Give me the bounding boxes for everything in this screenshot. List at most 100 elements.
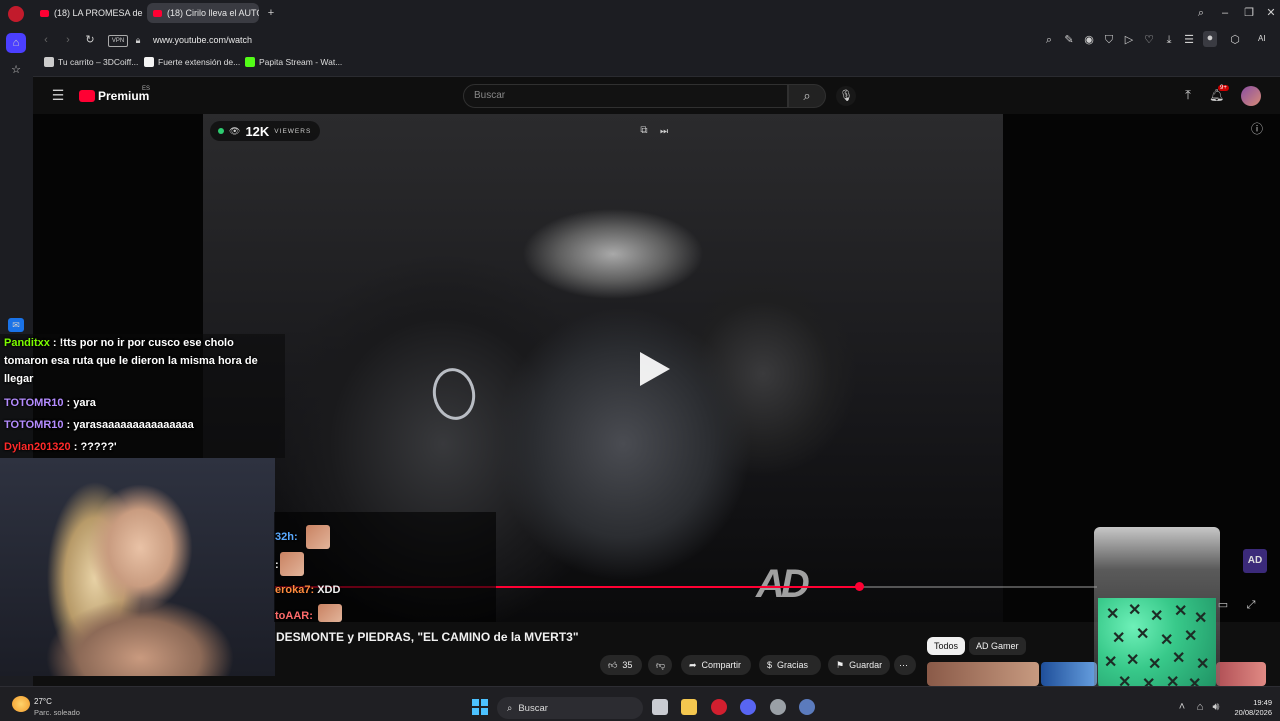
youtube-favicon-icon (153, 9, 162, 17)
bookmark-item[interactable]: Papita Stream - Wat... (245, 57, 342, 67)
tab-cirilo-active[interactable]: (18) Cirilo lleva el AUTO p (147, 3, 259, 23)
forward-icon[interactable]: › (62, 33, 74, 47)
thanks-label: Gracias (777, 660, 809, 670)
fullscreen-icon[interactable]: ⤢ (1244, 598, 1258, 612)
windows-start-icon[interactable] (472, 699, 488, 715)
bookmark-item[interactable]: Tu carrito – 3DCoiff... (44, 57, 138, 67)
upload-icon[interactable]: ⤒ (1181, 88, 1195, 102)
skip-icon[interactable]: ⏭ (658, 124, 670, 138)
bookmark-favicon-icon (245, 57, 255, 67)
chat-text: : yarasaaaaaaaaaaaaaaa (63, 419, 194, 431)
more-actions-button[interactable]: ⋯ (894, 655, 916, 675)
cube-icon[interactable]: ⬡ (1229, 33, 1241, 47)
weather-icon[interactable] (12, 696, 30, 712)
avatar[interactable] (1241, 86, 1261, 106)
chip-ad-gamer[interactable]: AD Gamer (969, 637, 1026, 655)
chat-message: TOTOMR10 : yara (4, 394, 96, 412)
clock-time[interactable]: 19:49 (1226, 698, 1272, 707)
youtube-search-input[interactable]: Buscar (463, 84, 788, 108)
volume-icon[interactable]: 🔊︎ (1210, 700, 1222, 714)
search-button[interactable]: ⌕ (788, 84, 826, 108)
shield-icon[interactable]: ⛉ (1103, 33, 1115, 47)
tab-la-promesa[interactable]: (18) LA PROMESA de King (34, 3, 144, 23)
task-view-icon[interactable] (652, 699, 668, 715)
discord-icon[interactable] (740, 699, 756, 715)
profile-icon[interactable]: ● (1203, 31, 1217, 47)
close-window-icon[interactable]: ✕ (1264, 6, 1278, 20)
like-button[interactable]: 👍︎ 35 (600, 655, 642, 675)
mini-chat-message: eroka7: XDD (275, 584, 340, 596)
tray-chevron-icon[interactable]: ˄ (1176, 700, 1188, 714)
minimize-icon[interactable]: – (1218, 6, 1232, 20)
share-button[interactable]: ➦ Compartir (681, 655, 751, 675)
channel-branding-icon[interactable]: AD (1243, 549, 1267, 573)
youtube-logo-icon (79, 90, 95, 102)
live-dot-icon (218, 128, 224, 134)
tab-title: (18) LA PROMESA de King (54, 8, 144, 18)
emote-icon (280, 552, 304, 576)
file-explorer-icon[interactable] (681, 699, 697, 715)
progress-scrubber[interactable] (855, 582, 864, 591)
network-icon[interactable]: ⌂ (1194, 700, 1206, 714)
save-label: Guardar (849, 660, 883, 670)
restore-icon[interactable]: ❐ (1242, 6, 1256, 20)
info-icon[interactable]: ⓘ (1250, 122, 1264, 136)
vpn-badge[interactable]: VPN (108, 35, 128, 47)
menu-icon[interactable]: ☰ (1183, 33, 1195, 47)
recommended-thumbnail[interactable] (1041, 662, 1097, 686)
logo-region: ES (142, 86, 151, 92)
download-icon[interactable]: ⤓ (1163, 33, 1175, 47)
messenger-icon[interactable]: ✉ (8, 318, 24, 332)
streamer-webcam (0, 458, 275, 676)
lock-icon[interactable]: 🔒︎ (132, 33, 144, 47)
clock-date[interactable]: 20/08/2026 (1226, 708, 1272, 717)
camera-icon[interactable]: ◉ (1083, 33, 1095, 47)
recommended-thumbnail[interactable] (927, 662, 1039, 686)
heart-icon[interactable]: ♡ (1143, 33, 1155, 47)
opera-logo-icon[interactable] (8, 6, 24, 22)
thumbs-down-icon: 👎︎ (656, 659, 666, 670)
screen-icon[interactable]: ⧉ (638, 124, 650, 138)
chat-text: : yara (63, 397, 96, 409)
back-icon[interactable]: ‹ (40, 33, 52, 47)
taskbar-search-label: Buscar (518, 702, 548, 714)
chat-username: TOTOMR10 (4, 419, 64, 431)
page-search-icon[interactable]: ⌕ (1043, 33, 1055, 47)
taskbar-search[interactable]: ⌕ Buscar (497, 697, 643, 719)
voice-search-button[interactable]: 🎙︎ (836, 86, 856, 106)
weather-temp[interactable]: 27°C (34, 697, 52, 706)
bookmark-item[interactable]: Fuerte extensión de... (144, 57, 240, 67)
app-icon[interactable] (770, 699, 786, 715)
url-field[interactable]: www.youtube.com/watch (153, 35, 252, 45)
chip-todos[interactable]: Todos (927, 637, 966, 655)
viewers-pill: 👁︎ 12K VIEWERS (210, 121, 320, 141)
hamburger-menu-icon[interactable]: ☰ (50, 88, 66, 102)
bookmark-label: Fuerte extensión de... (158, 57, 241, 67)
home-icon[interactable]: ⌂ (6, 33, 26, 53)
settings-icon[interactable] (799, 699, 815, 715)
channel-watermark: AD (756, 562, 810, 606)
ai-button[interactable]: AI (1258, 34, 1266, 43)
opera-taskbar-icon[interactable] (711, 699, 727, 715)
video-title: DESMONTE y PIEDRAS, "EL CAMINO de la MVE… (276, 630, 579, 644)
save-button[interactable]: ⚑ Guardar (828, 655, 890, 675)
dislike-button[interactable]: 👎︎ (648, 655, 672, 675)
star-icon[interactable]: ☆ (8, 63, 24, 77)
play-icon[interactable] (640, 352, 670, 386)
viewers-count: 12K (245, 123, 270, 139)
thumbs-up-icon: 👍︎ (608, 659, 618, 670)
share-label: Compartir (701, 660, 742, 670)
thanks-icon: $ (767, 660, 773, 670)
reload-icon[interactable]: ↻ (84, 33, 96, 47)
glass-fill-graphic: ✕ ✕ ✕ ✕ ✕ ✕ ✕ ✕ ✕ ✕ ✕ ✕ ✕ ✕ ✕ ✕ ✕ ✕ (1098, 598, 1216, 694)
chat-username: TOTOMR10 (4, 397, 64, 409)
thanks-button[interactable]: $ Gracias (759, 655, 821, 675)
stream-chat-overlay: Panditxx : !tts por no ir por cusco ese … (0, 334, 285, 458)
chat-message: Dylan201320 : ?????' (4, 438, 117, 456)
play-icon[interactable]: ▷ (1123, 33, 1135, 47)
recommended-thumbnail[interactable] (1216, 662, 1266, 686)
edit-icon[interactable]: ✎ (1063, 33, 1075, 47)
youtube-logo[interactable]: Premium (79, 89, 149, 103)
search-tabs-icon[interactable]: ⌕ (1194, 6, 1208, 20)
new-tab-plus-icon[interactable]: + (264, 6, 278, 20)
